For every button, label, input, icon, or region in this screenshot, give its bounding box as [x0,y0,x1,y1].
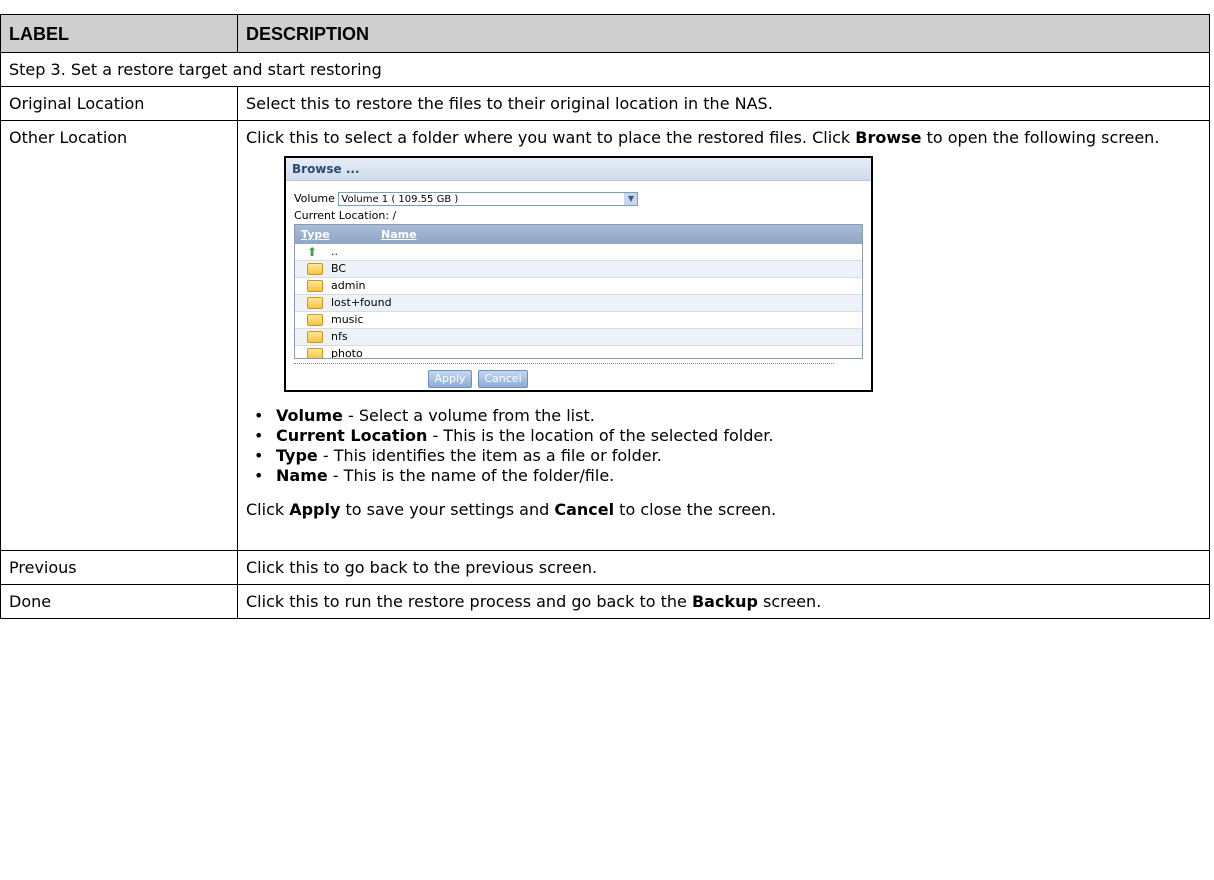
term: Name [276,466,328,485]
header-label: LABEL [0,14,238,53]
item-name: .. [331,245,338,258]
term-desc: - This is the name of the folder/file. [327,466,615,485]
list-item[interactable]: lost+found [295,295,862,312]
table-header-row: LABEL DESCRIPTION [0,14,1210,53]
folder-icon [307,331,323,343]
text-fragment: Click this to select a folder where you … [246,128,856,147]
text-fragment: screen. [757,592,822,611]
item-name: BC [331,262,347,275]
term-desc: - Select a volume from the list. [342,406,595,425]
list-item: Name - This is the name of the folder/fi… [254,466,1201,486]
column-type[interactable]: Type [301,225,330,244]
text-bold: Apply [289,500,341,519]
list-item[interactable]: ⬆.. [295,244,862,261]
item-name: lost+found [331,296,392,309]
item-name: admin [331,279,366,292]
row-label: Previous [0,550,238,585]
current-location: Current Location: / [294,209,397,222]
folder-icon [307,263,323,275]
row-label: Other Location [0,120,238,551]
other-location-text: Click this to select a folder where you … [246,128,1201,148]
text-bold: Cancel [554,500,615,519]
browse-dialog: Browse ... Volume Volume 1 ( 109.55 GB )… [284,156,873,392]
item-name: nfs [331,330,348,343]
table-row: Original Location Select this to restore… [0,86,1210,121]
row-label: Original Location [0,86,238,121]
text-fragment: to save your settings and [340,500,555,519]
row-description: Click this to run the restore process an… [237,584,1210,619]
field-list: Volume - Select a volume from the list. … [246,406,1201,486]
row-description: Click this to select a folder where you … [237,120,1210,551]
item-name: music [331,313,364,326]
term: Current Location [276,426,428,445]
volume-row: Volume Volume 1 ( 109.55 GB ) ▼ [294,192,639,206]
folder-icon [307,314,323,326]
file-list: Type Name ⬆.. BC admin lost+found music … [294,224,863,359]
folder-icon [307,280,323,292]
text-bold: Backup [691,592,758,611]
list-item[interactable]: music [295,312,862,329]
text-fragment: Click this to run the restore process an… [246,592,692,611]
volume-label: Volume [294,192,335,205]
row-description: Select this to restore the files to thei… [237,86,1210,121]
divider [294,363,834,364]
list-item: Type - This identifies the item as a fil… [254,446,1201,466]
row-description: Click this to go back to the previous sc… [237,550,1210,585]
document-page: LABEL DESCRIPTION Step 3. Set a restore … [0,0,1214,880]
volume-select[interactable]: Volume 1 ( 109.55 GB ) ▼ [338,192,639,206]
volume-value: Volume 1 ( 109.55 GB ) [341,194,459,205]
table-row: Step 3. Set a restore target and start r… [0,52,1210,87]
table-row: Done Click this to run the restore proce… [0,584,1210,619]
header-description: DESCRIPTION [237,14,1210,53]
description-table: LABEL DESCRIPTION Step 3. Set a restore … [0,14,1210,619]
item-name: photo [331,347,363,359]
apply-button[interactable]: Apply [428,370,472,388]
text-bold: Browse [855,128,922,147]
table-row: Previous Click this to go back to the pr… [0,550,1210,585]
list-item[interactable]: admin [295,278,862,295]
row-label: Done [0,584,238,619]
folder-icon [307,297,323,309]
cancel-button[interactable]: Cancel [478,370,528,388]
list-item[interactable]: photo [295,346,862,359]
term: Type [276,446,318,465]
list-item: Current Location - This is the location … [254,426,1201,446]
term-desc: - This is the location of the selected f… [427,426,774,445]
up-folder-icon: ⬆ [307,245,318,259]
list-item: Volume - Select a volume from the list. [254,406,1201,426]
file-list-header: Type Name [295,225,862,244]
text-fragment: to open the following screen. [921,128,1160,147]
term: Volume [276,406,343,425]
list-item[interactable]: BC [295,261,862,278]
chevron-down-icon[interactable]: ▼ [624,193,638,205]
dialog-title: Browse ... [286,158,871,181]
column-name[interactable]: Name [381,225,417,244]
text-fragment: Click [246,500,290,519]
folder-icon [307,348,323,358]
list-item[interactable]: nfs [295,329,862,346]
text-fragment: to close the screen. [614,500,777,519]
closing-text: Click Apply to save your settings and Ca… [246,500,1201,520]
term-desc: - This identifies the item as a file or … [317,446,662,465]
step-row: Step 3. Set a restore target and start r… [0,52,1210,87]
table-row: Other Location Click this to select a fo… [0,120,1210,551]
